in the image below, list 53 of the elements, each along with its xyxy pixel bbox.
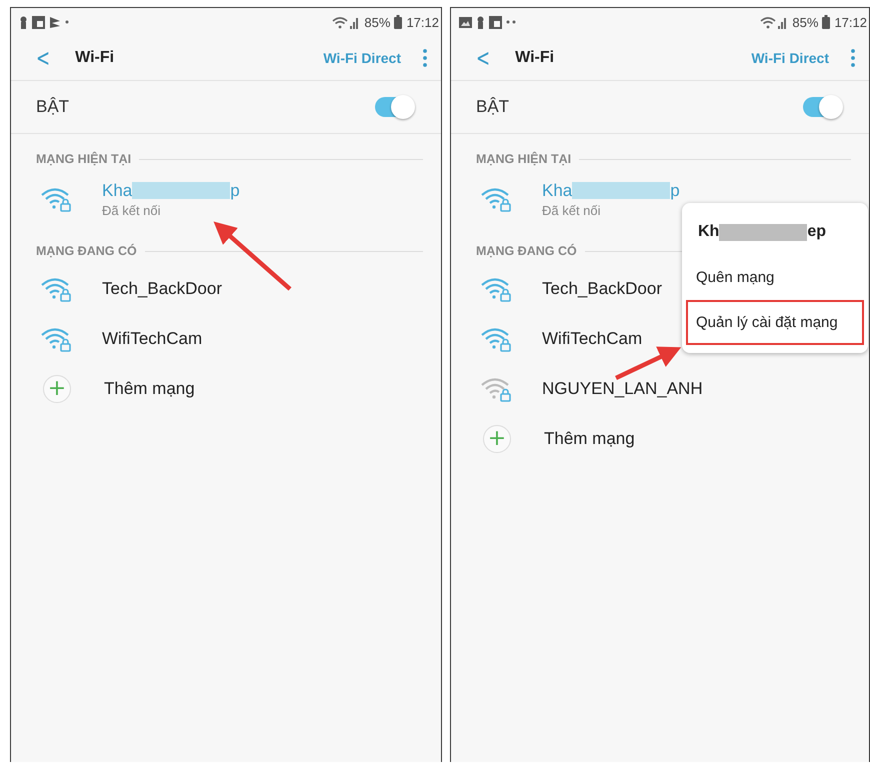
wifi-toggle[interactable] bbox=[375, 97, 413, 117]
network-name[interactable]: Kha bbox=[102, 180, 132, 200]
wifi-direct-button[interactable]: Wi-Fi Direct bbox=[323, 50, 401, 66]
connection-status: Đã kết nối bbox=[102, 202, 162, 218]
more-options-icon[interactable] bbox=[851, 49, 855, 67]
wifi-lock-icon bbox=[480, 186, 512, 212]
switch-label: BẬT bbox=[476, 97, 510, 117]
network-name[interactable]: p bbox=[230, 180, 240, 200]
network-name[interactable]: Tech_BackDoor bbox=[102, 279, 222, 299]
section-header: MẠNG ĐANG CÓ bbox=[476, 244, 577, 258]
wifi-lock-icon bbox=[40, 186, 72, 212]
wifi-signal-icon bbox=[760, 16, 788, 28]
clock-time: 17:12 bbox=[406, 14, 439, 30]
clock-time: 17:12 bbox=[834, 14, 867, 30]
menu-title: ep bbox=[807, 223, 826, 241]
add-network-button[interactable]: + bbox=[43, 375, 71, 403]
network-name[interactable]: WifiTechCam bbox=[542, 329, 642, 349]
dot-icon bbox=[65, 20, 69, 24]
wifi-direct-button[interactable]: Wi-Fi Direct bbox=[751, 50, 829, 66]
add-network-button[interactable]: + bbox=[483, 425, 511, 453]
section-header: MẠNG HIỆN TẠI bbox=[476, 152, 572, 166]
menu-title: Kh bbox=[698, 223, 720, 241]
image-icon bbox=[459, 16, 472, 28]
back-button[interactable]: < bbox=[36, 44, 50, 72]
menu-item[interactable]: Quên mạng bbox=[686, 255, 864, 300]
switch-label: BẬT bbox=[36, 97, 70, 117]
square-app-icon bbox=[489, 16, 502, 28]
wifi-signal-icon bbox=[332, 16, 360, 28]
back-button[interactable]: < bbox=[476, 44, 490, 72]
screen-title: Wi-Fi bbox=[75, 49, 114, 67]
battery-percent: 85% bbox=[364, 14, 390, 30]
square-app-icon bbox=[32, 16, 45, 28]
person-icon bbox=[476, 16, 485, 28]
connection-status: Đã kết nối bbox=[542, 202, 602, 218]
network-name[interactable]: WifiTechCam bbox=[102, 329, 202, 349]
network-name[interactable]: Tech_BackDoor bbox=[542, 279, 662, 299]
network-name[interactable]: p bbox=[670, 180, 680, 200]
menu-item[interactable]: Quản lý cài đặt mạng bbox=[686, 300, 864, 345]
dots-icon bbox=[506, 20, 516, 24]
screen-title: Wi-Fi bbox=[515, 49, 554, 67]
person-icon bbox=[19, 16, 28, 28]
network-name[interactable]: NGUYEN_LAN_ANH bbox=[542, 379, 703, 399]
battery-icon bbox=[394, 15, 402, 29]
add-network-label[interactable]: Thêm mạng bbox=[544, 429, 635, 449]
more-options-icon[interactable] bbox=[423, 49, 427, 67]
wifi-toggle[interactable] bbox=[803, 97, 841, 117]
network-name[interactable]: Kha bbox=[542, 180, 572, 200]
add-network-label[interactable]: Thêm mạng bbox=[104, 379, 195, 399]
battery-icon bbox=[822, 15, 830, 29]
battery-percent: 85% bbox=[792, 14, 818, 30]
flag-icon bbox=[49, 16, 61, 28]
section-header: MẠNG HIỆN TẠI bbox=[36, 152, 132, 166]
section-header: MẠNG ĐANG CÓ bbox=[36, 244, 137, 258]
